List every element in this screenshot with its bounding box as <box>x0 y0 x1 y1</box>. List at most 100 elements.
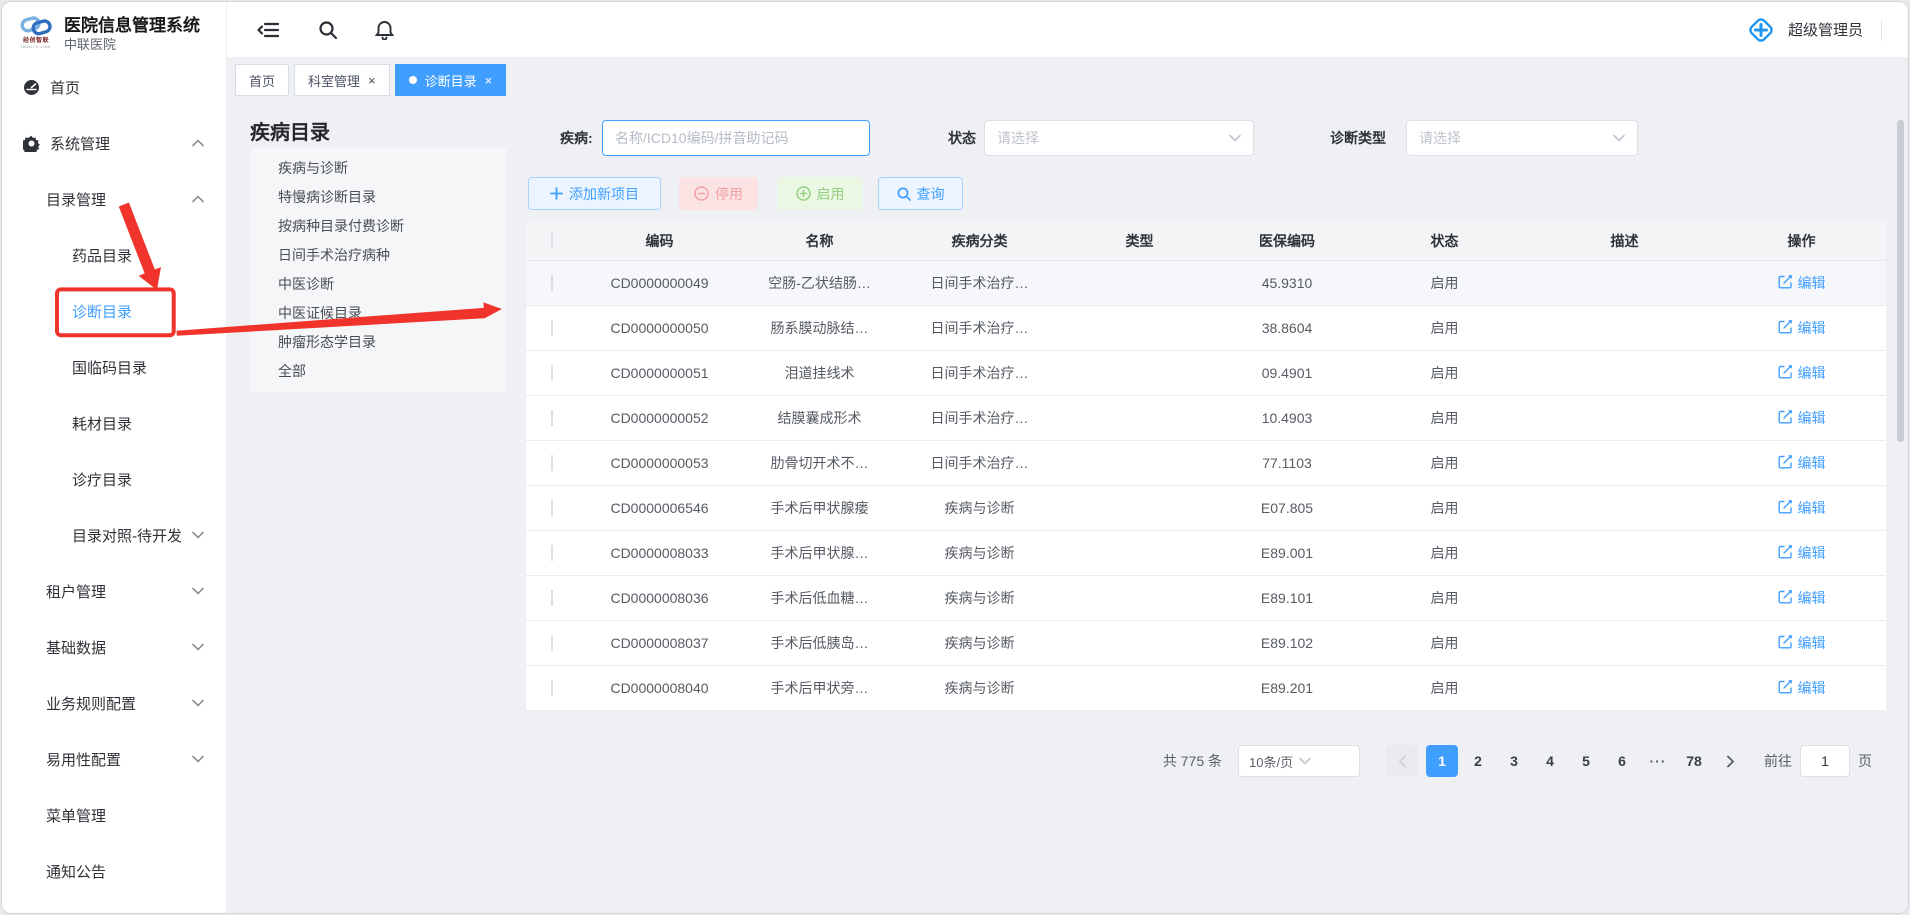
tab-3[interactable]: 诊断目录 × <box>395 64 507 96</box>
sidebar-item-14[interactable]: 菜单管理 <box>2 787 226 843</box>
page-button-3[interactable]: 3 <box>1498 745 1530 777</box>
row-checkbox[interactable] <box>551 410 553 426</box>
sidebar-item-15[interactable]: 通知公告 <box>2 843 226 899</box>
pagination-ellipsis[interactable]: ··· <box>1642 745 1674 777</box>
directory-item-8[interactable]: 全部 <box>250 357 506 386</box>
page-button-78[interactable]: 78 <box>1678 745 1710 777</box>
directory-item-4[interactable]: 日间手术治疗病种 <box>250 241 506 270</box>
edit-label: 编辑 <box>1798 498 1826 518</box>
cell-code: CD0000000049 <box>577 275 742 291</box>
sidebar-item-5[interactable]: 诊断目录 <box>2 283 226 339</box>
cell-code: CD0000000052 <box>577 410 742 426</box>
directory-item-6[interactable]: 中医证候目录 <box>250 299 506 328</box>
edit-button[interactable]: 编辑 <box>1778 633 1826 653</box>
directory-item-5[interactable]: 中医诊断 <box>250 270 506 299</box>
vertical-scrollbar[interactable] <box>1897 120 1904 442</box>
close-icon[interactable]: × <box>368 74 376 87</box>
close-icon[interactable]: × <box>485 74 493 87</box>
cell-category: 疾病与诊断 <box>897 543 1062 563</box>
goto-page-input[interactable] <box>1800 745 1850 777</box>
search-icon[interactable] <box>311 13 345 47</box>
sidebar-item-12[interactable]: 业务规则配置 <box>2 675 226 731</box>
disease-search-input[interactable] <box>602 120 870 156</box>
top-header: 超级管理员 <box>227 2 1908 58</box>
sidebar-item-7[interactable]: 耗材目录 <box>2 395 226 451</box>
row-checkbox[interactable] <box>551 500 553 516</box>
edit-button[interactable]: 编辑 <box>1778 363 1826 383</box>
edit-button[interactable]: 编辑 <box>1778 678 1826 698</box>
disable-button[interactable]: 停用 <box>679 177 758 210</box>
edit-button[interactable]: 编辑 <box>1778 273 1826 293</box>
next-page-button[interactable] <box>1714 745 1746 777</box>
edit-button[interactable]: 编辑 <box>1778 588 1826 608</box>
edit-button[interactable]: 编辑 <box>1778 543 1826 563</box>
page-button-6[interactable]: 6 <box>1606 745 1638 777</box>
diagnosis-type-select[interactable]: 请选择 <box>1406 120 1638 156</box>
sidebar-item-13[interactable]: 易用性配置 <box>2 731 226 787</box>
prev-page-button[interactable] <box>1386 745 1418 777</box>
edit-button[interactable]: 编辑 <box>1778 318 1826 338</box>
row-checkbox[interactable] <box>551 455 553 471</box>
pagination: 共 775 条10条/页123456···78前往页 <box>526 745 1886 777</box>
sidebar-item-3[interactable]: 目录管理 <box>2 171 226 227</box>
row-checkbox[interactable] <box>551 545 553 561</box>
edit-button[interactable]: 编辑 <box>1778 453 1826 473</box>
directory-item-3[interactable]: 按病种目录付费诊断 <box>250 212 506 241</box>
edit-label: 编辑 <box>1798 318 1826 338</box>
enable-button[interactable]: 启用 <box>778 177 862 210</box>
status-select[interactable]: 请选择 <box>984 120 1254 156</box>
table-row-10: CD0000008040手术后甲状旁…疾病与诊断E89.201启用编辑 <box>526 666 1886 711</box>
chevron-up-icon <box>192 139 204 147</box>
tab-label: 诊断目录 <box>425 71 477 90</box>
row-checkbox[interactable] <box>551 635 553 651</box>
disable-label: 停用 <box>715 184 743 204</box>
directory-item-2[interactable]: 特慢病诊断目录 <box>250 183 506 212</box>
cell-status: 启用 <box>1357 678 1532 698</box>
page-button-4[interactable]: 4 <box>1534 745 1566 777</box>
status-select-placeholder: 请选择 <box>997 128 1229 148</box>
page-button-2[interactable]: 2 <box>1462 745 1494 777</box>
page-button-5[interactable]: 5 <box>1570 745 1602 777</box>
row-checkbox[interactable] <box>551 275 553 291</box>
sidebar-item-11[interactable]: 基础数据 <box>2 619 226 675</box>
select-all-checkbox[interactable] <box>551 233 553 249</box>
sidebar-item-2[interactable]: 系统管理 <box>2 115 226 171</box>
cell-name: 手术后甲状旁… <box>742 678 897 698</box>
user-menu[interactable]: 超级管理员 <box>1746 15 1882 45</box>
sidebar-item-9[interactable]: 目录对照-待开发 <box>2 507 226 563</box>
minus-circle-icon <box>694 186 709 201</box>
disease-directory-list: 疾病与诊断特慢病诊断目录按病种目录付费诊断日间手术治疗病种中医诊断中医证候目录肿… <box>250 148 506 392</box>
row-checkbox[interactable] <box>551 680 553 696</box>
plus-circle-icon <box>796 186 811 201</box>
sidebar-item-label: 目录管理 <box>46 189 106 210</box>
directory-item-1[interactable]: 疾病与诊断 <box>250 154 506 183</box>
row-checkbox[interactable] <box>551 365 553 381</box>
table-row-9: CD0000008037手术后低胰岛…疾病与诊断E89.102启用编辑 <box>526 621 1886 666</box>
page-button-1[interactable]: 1 <box>1426 745 1458 777</box>
add-item-button[interactable]: 添加新项目 <box>528 177 661 210</box>
directory-item-7[interactable]: 肿瘤形态学目录 <box>250 328 506 357</box>
sidebar-item-1[interactable]: 首页 <box>2 59 226 115</box>
tab-2[interactable]: 科室管理× <box>294 64 390 96</box>
row-checkbox[interactable] <box>551 320 553 336</box>
edit-label: 编辑 <box>1798 633 1826 653</box>
edit-button[interactable]: 编辑 <box>1778 498 1826 518</box>
cell-status: 启用 <box>1357 363 1532 383</box>
query-button[interactable]: 查询 <box>878 177 963 210</box>
table-header-row: 编码名称疾病分类类型医保编码状态描述操作 <box>526 221 1886 261</box>
row-checkbox[interactable] <box>551 590 553 606</box>
edit-button[interactable]: 编辑 <box>1778 408 1826 428</box>
table-row-2: CD0000000050肠系膜动脉结…日间手术治疗…38.8604启用编辑 <box>526 306 1886 351</box>
page-size-select[interactable]: 10条/页 <box>1238 745 1360 777</box>
sidebar-item-10[interactable]: 租户管理 <box>2 563 226 619</box>
page-size-value: 10条/页 <box>1249 752 1299 771</box>
tab-label: 首页 <box>249 71 275 90</box>
menu-fold-icon[interactable] <box>251 13 285 47</box>
sidebar-item-8[interactable]: 诊疗目录 <box>2 451 226 507</box>
tab-1[interactable]: 首页 <box>235 64 289 96</box>
sidebar-item-4[interactable]: 药品目录 <box>2 227 226 283</box>
bell-icon[interactable] <box>367 13 401 47</box>
cell-name: 泪道挂线术 <box>742 363 897 383</box>
sidebar-item-6[interactable]: 国临码目录 <box>2 339 226 395</box>
status-filter-label: 状态 <box>948 128 976 148</box>
